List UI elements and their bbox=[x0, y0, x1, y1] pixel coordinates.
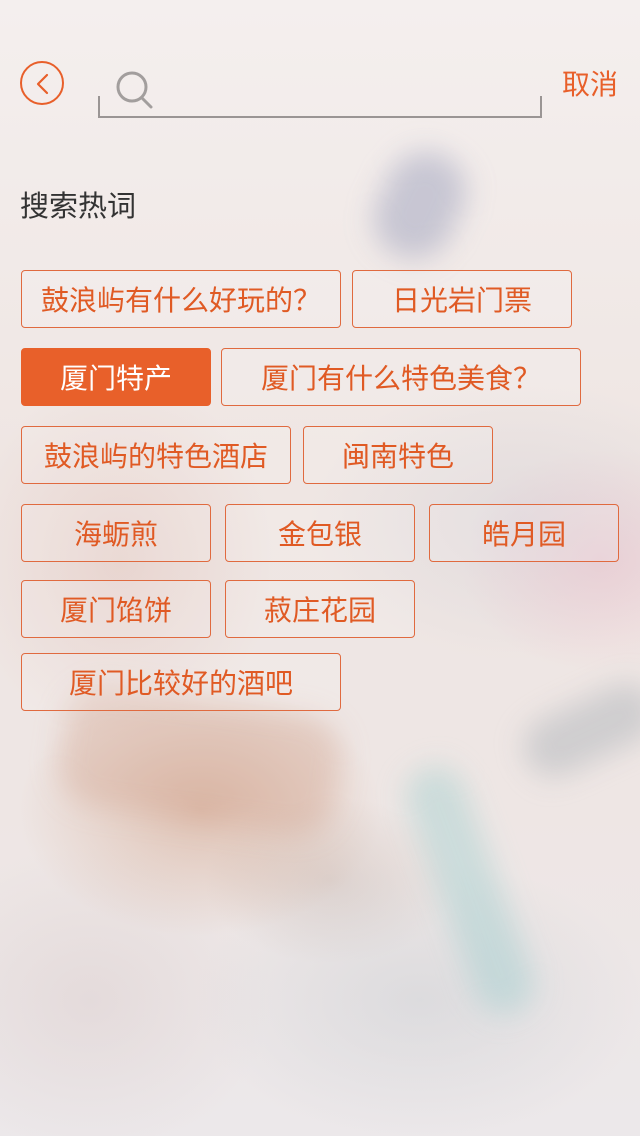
blurred-background bbox=[0, 0, 640, 1136]
cancel-button[interactable]: 取消 bbox=[562, 66, 618, 104]
chevron-left-icon bbox=[36, 73, 49, 95]
hot-keyword-tag[interactable]: 厦门馅饼 bbox=[21, 580, 211, 638]
hot-keyword-tag[interactable]: 日光岩门票 bbox=[352, 270, 572, 328]
search-bar[interactable] bbox=[98, 66, 542, 118]
back-button[interactable] bbox=[20, 61, 64, 105]
background-blur-shape bbox=[360, 138, 480, 272]
hot-keyword-tag[interactable]: 菽庄花园 bbox=[225, 580, 415, 638]
hot-keyword-tag[interactable]: 厦门有什么特色美食？ bbox=[221, 348, 581, 406]
search-input[interactable] bbox=[162, 74, 522, 112]
hot-keyword-tag[interactable]: 闽南特色 bbox=[303, 426, 493, 484]
hot-keyword-tag[interactable]: 皓月园 bbox=[429, 504, 619, 562]
search-underline-right bbox=[540, 96, 542, 118]
hot-keyword-tag[interactable]: 金包银 bbox=[225, 504, 415, 562]
background-blur-shape bbox=[397, 757, 543, 1023]
search-icon bbox=[116, 71, 153, 109]
hot-keyword-tag[interactable]: 鼓浪屿有什么好玩的？ bbox=[21, 270, 341, 328]
search-underline bbox=[98, 116, 542, 118]
hot-keyword-tag[interactable]: 鼓浪屿的特色酒店 bbox=[21, 426, 291, 484]
hot-keyword-tag-selected[interactable]: 厦门特产 bbox=[21, 348, 211, 406]
search-underline-left bbox=[98, 96, 100, 118]
background-blur-shape bbox=[513, 673, 640, 787]
hot-keyword-tag[interactable]: 海蛎煎 bbox=[21, 504, 211, 562]
hot-keyword-tag[interactable]: 厦门比较好的酒吧 bbox=[21, 653, 341, 711]
hot-keywords-title: 搜索热词 bbox=[20, 189, 137, 223]
